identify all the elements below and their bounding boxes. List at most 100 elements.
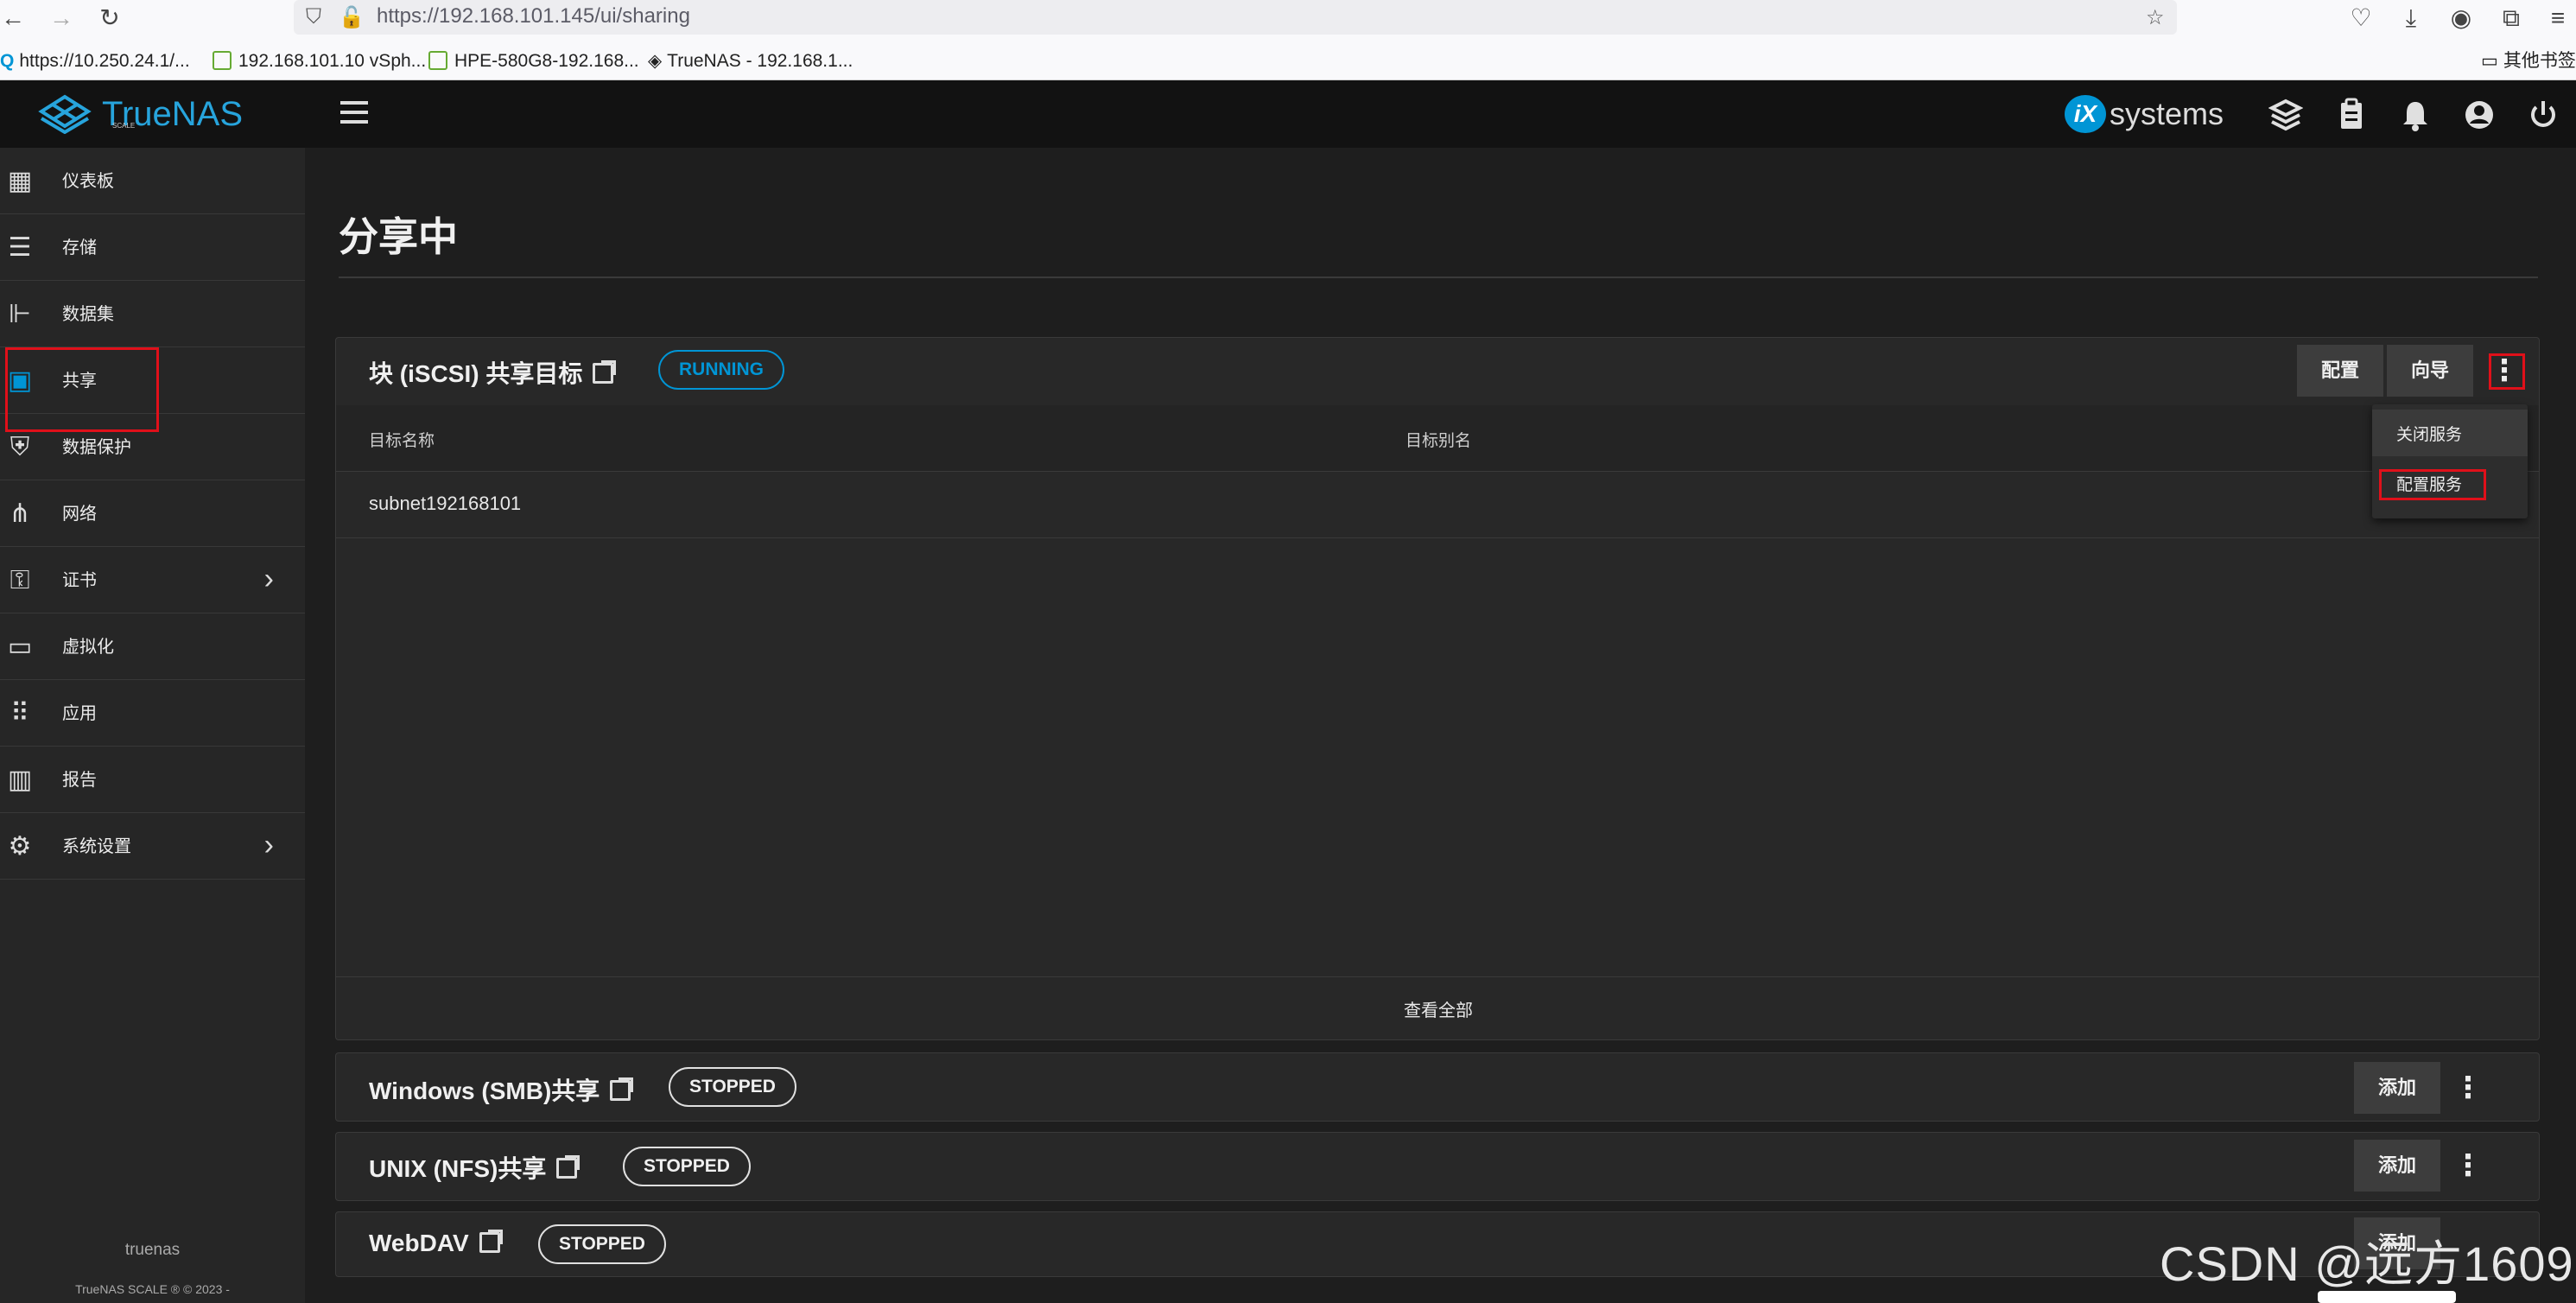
copyright: TrueNAS SCALE ® © 2023 - xyxy=(75,1282,230,1296)
key-icon: ⚿ xyxy=(10,566,30,594)
wizard-button[interactable]: 向导 xyxy=(2387,345,2473,397)
datasets-icon: ⊩ xyxy=(8,300,32,328)
gear-icon: ⚙ xyxy=(8,832,32,861)
smb-card: Windows (SMB)共享 STOPPED 添加 ⋮ xyxy=(335,1052,2540,1122)
account-circle-icon[interactable] xyxy=(2462,98,2497,132)
highlight-box-shares xyxy=(5,347,159,432)
account-icon[interactable]: ◉ xyxy=(2448,5,2474,31)
csdn-watermark: CSDN @远方1609 xyxy=(2160,1236,2574,1291)
logo-subtext: SCALE xyxy=(112,122,136,130)
status-badge: RUNNING xyxy=(658,350,784,390)
config-button[interactable]: 配置 xyxy=(2297,345,2383,397)
sidebar-item-network[interactable]: ⋔ 网络 xyxy=(0,480,305,547)
open-in-new-icon[interactable] xyxy=(479,1230,503,1253)
menu-icon[interactable]: ≡ xyxy=(2545,5,2571,31)
truenas-logo-icon xyxy=(38,94,92,134)
truenas-logo[interactable]: TrueNAS xyxy=(38,91,243,137)
truecommand-icon[interactable] xyxy=(2268,98,2304,132)
sidebar-item-label: 网络 xyxy=(62,505,97,524)
bell-icon[interactable] xyxy=(2398,98,2433,132)
page-title: 分享中 xyxy=(339,214,458,259)
col-target-alias[interactable]: 目标别名 xyxy=(1405,428,1471,451)
status-badge: STOPPED xyxy=(669,1067,796,1107)
bookmark-item[interactable]: 192.168.101.10 vSph... xyxy=(213,50,426,73)
sidebar-item-label: 应用 xyxy=(62,704,97,723)
sidebar-item-virtualization[interactable]: ▭ 虚拟化 xyxy=(0,613,305,680)
star-icon[interactable]: ☆ xyxy=(2146,5,2165,30)
sidebar-item-label: 系统设置 xyxy=(62,837,131,856)
smb-title[interactable]: Windows (SMB)共享 xyxy=(369,1072,634,1107)
power-icon[interactable] xyxy=(2526,98,2560,132)
laptop-icon: ▭ xyxy=(7,632,33,661)
sidebar-item-label: 数据集 xyxy=(62,305,114,324)
sidebar-item-apps[interactable]: ⠿ 应用 xyxy=(0,680,305,747)
ix-badge: iX xyxy=(2065,95,2106,133)
sidebar-item-label: 证书 xyxy=(62,571,97,590)
sidebar-item-label: 仪表板 xyxy=(62,172,114,191)
sidebar-item-dashboard[interactable]: ▦ 仪表板 xyxy=(0,148,305,214)
bottom-white-tab xyxy=(2318,1291,2456,1303)
sidebar-item-storage[interactable]: ☰ 存储 xyxy=(0,214,305,281)
clipboard-tasks-icon[interactable] xyxy=(2334,98,2369,132)
iscsi-card: 块 (iSCSI) 共享目标 RUNNING 配置 向导 ⋮ 目标名称 目标别名… xyxy=(335,337,2540,1040)
table-header: 目标名称 目标别名 xyxy=(336,405,2539,471)
extensions-icon[interactable]: ⧉ xyxy=(2498,5,2524,31)
storage-icon: ☰ xyxy=(8,233,32,262)
more-vert-icon[interactable]: ⋮ xyxy=(2451,1071,2485,1105)
view-all-link[interactable]: 查看全部 xyxy=(1404,996,1473,1021)
folder-icon: ▭ xyxy=(2481,51,2498,71)
sidebar-item-label: 虚拟化 xyxy=(62,638,114,657)
browser-nav-row: ← → ↻ ⛉ 🔓 https://192.168.101.145/ui/sha… xyxy=(0,0,2576,43)
target-name-cell: subnet192168101 xyxy=(369,493,522,514)
highlight-box-configure xyxy=(2379,469,2486,500)
table-row[interactable]: subnet192168101 xyxy=(336,472,2539,537)
bookmark-item[interactable]: ◈ TrueNAS - 192.168.1... xyxy=(648,50,853,73)
sidebar-item-reporting[interactable]: ▥ 报告 xyxy=(0,747,305,813)
forward-arrow-icon[interactable]: → xyxy=(48,5,74,31)
pocket-icon[interactable]: ♡ xyxy=(2348,5,2374,31)
sidebar-item-label: 数据保护 xyxy=(62,438,131,457)
chevron-right-icon: › xyxy=(263,829,274,861)
add-button[interactable]: 添加 xyxy=(2354,1140,2440,1192)
truenas-favicon-icon: ◈ xyxy=(648,51,663,71)
iscsi-title[interactable]: 块 (iSCSI) 共享目标 xyxy=(369,355,617,390)
sidebar-item-datasets[interactable]: ⊩ 数据集 xyxy=(0,281,305,347)
shield-icon: ⛨ xyxy=(10,433,30,461)
row-divider xyxy=(336,537,2539,538)
sidebar-item-label: 报告 xyxy=(62,771,97,790)
add-button[interactable]: 添加 xyxy=(2354,1062,2440,1114)
back-arrow-icon[interactable]: ← xyxy=(0,5,26,31)
open-in-new-icon[interactable] xyxy=(556,1155,581,1179)
row-divider xyxy=(336,976,2539,977)
open-in-new-icon[interactable] xyxy=(593,360,617,384)
status-badge: STOPPED xyxy=(623,1147,751,1186)
nfs-card: UNIX (NFS)共享 STOPPED 添加 ⋮ xyxy=(335,1132,2540,1201)
download-icon[interactable]: ⤓ xyxy=(2398,5,2424,31)
sidebar-item-system-settings[interactable]: ⚙ 系统设置 › xyxy=(0,813,305,880)
chart-icon: ▥ xyxy=(7,766,33,794)
highlight-box-kebab xyxy=(2489,353,2525,390)
vsphere-favicon-icon xyxy=(213,51,232,70)
menu-item-stop-service[interactable]: 关闭服务 xyxy=(2396,422,2462,445)
more-vert-icon[interactable]: ⋮ xyxy=(2451,1148,2485,1183)
sidebar-item-certificates[interactable]: ⚿ 证书 › xyxy=(0,547,305,613)
nfs-title[interactable]: UNIX (NFS)共享 xyxy=(369,1150,581,1185)
bookmark-item[interactable]: HPE-580G8-192.168... xyxy=(428,50,639,73)
lock-icon[interactable]: 🔓 xyxy=(339,5,365,30)
bookmark-item[interactable]: Qhttps://10.250.24.1/... xyxy=(0,50,190,73)
address-bar[interactable]: ⛉ 🔓 https://192.168.101.145/ui/sharing ☆ xyxy=(294,0,2177,35)
ix-text: systems xyxy=(2110,96,2224,131)
webdav-title[interactable]: WebDAV xyxy=(369,1230,503,1257)
open-in-new-icon[interactable] xyxy=(610,1077,634,1101)
reload-icon[interactable]: ↻ xyxy=(97,5,123,31)
bookmark-folder[interactable]: ▭ 其他书签 xyxy=(2481,50,2576,73)
hpe-favicon-icon xyxy=(428,51,447,70)
shield-icon[interactable]: ⛉ xyxy=(306,5,321,29)
col-target-name[interactable]: 目标名称 xyxy=(369,428,435,451)
hamburger-menu-icon[interactable] xyxy=(340,101,368,124)
app-header: TrueNAS SCALE iX systems xyxy=(0,80,2576,148)
title-divider xyxy=(339,276,2538,278)
ixsystems-logo[interactable]: iX systems xyxy=(2065,92,2224,136)
apps-grid-icon: ⠿ xyxy=(10,699,29,728)
url-text[interactable]: https://192.168.101.145/ui/sharing xyxy=(377,3,690,29)
